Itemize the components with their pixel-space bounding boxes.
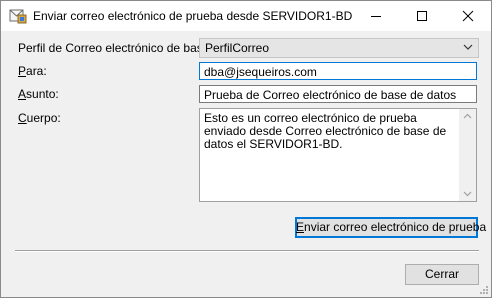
to-label: Para:: [18, 64, 47, 78]
subject-input[interactable]: Prueba de Correo electrónico de base de …: [199, 85, 477, 103]
maximize-icon: [417, 11, 427, 21]
body-label-accesskey: C: [18, 111, 27, 125]
to-label-accesskey: P: [18, 64, 27, 78]
subject-input-value: Prueba de Correo electrónico de base de …: [204, 88, 457, 102]
body-textarea[interactable]: Esto es un correo electrónico de prueba …: [199, 108, 477, 202]
dialog-window: Enviar correo electrónico de prueba desd…: [0, 0, 492, 298]
title-bar: Enviar correo electrónico de prueba desd…: [1, 1, 491, 31]
resize-grip-icon[interactable]: [479, 285, 489, 295]
to-input[interactable]: dba@jsequeiros.com: [199, 62, 477, 80]
subject-label-text: sunto:: [26, 87, 59, 101]
maximize-button[interactable]: [399, 1, 445, 31]
profile-select[interactable]: PerfilCorreo: [199, 38, 479, 58]
close-icon: [462, 10, 474, 22]
chevron-down-icon: [463, 44, 473, 50]
minimize-icon: [371, 16, 381, 17]
minimize-button[interactable]: [353, 1, 399, 31]
subject-label-accesskey: A: [18, 87, 27, 101]
body-scrollbar[interactable]: [459, 109, 476, 201]
to-label-text: ara:: [26, 64, 47, 78]
body-label: Cuerpo:: [18, 111, 61, 125]
subject-label: Asunto:: [18, 87, 59, 101]
send-button-accesskey: E: [296, 220, 305, 234]
send-test-email-button[interactable]: Enviar correo electrónico de prueba: [295, 217, 486, 238]
chevron-up-icon[interactable]: [463, 113, 472, 119]
to-input-value: dba@jsequeiros.com: [204, 65, 317, 79]
profile-label: Perfil de Correo electrónico de base: [18, 41, 210, 55]
close-window-button[interactable]: [445, 1, 491, 31]
mail-envelope-icon: [9, 8, 27, 24]
window-title: Enviar correo electrónico de prueba desd…: [33, 9, 353, 23]
body-textarea-value: Esto es un correo electrónico de prueba …: [204, 111, 450, 151]
close-button[interactable]: Cerrar: [405, 264, 479, 285]
body-label-text: uerpo:: [26, 111, 61, 125]
send-button-label: nviar correo electrónico de prueba: [304, 220, 487, 234]
chevron-down-icon[interactable]: [463, 191, 472, 197]
profile-select-value: PerfilCorreo: [205, 41, 270, 55]
separator-line: [15, 250, 479, 252]
close-button-label: Cerrar: [424, 267, 459, 281]
